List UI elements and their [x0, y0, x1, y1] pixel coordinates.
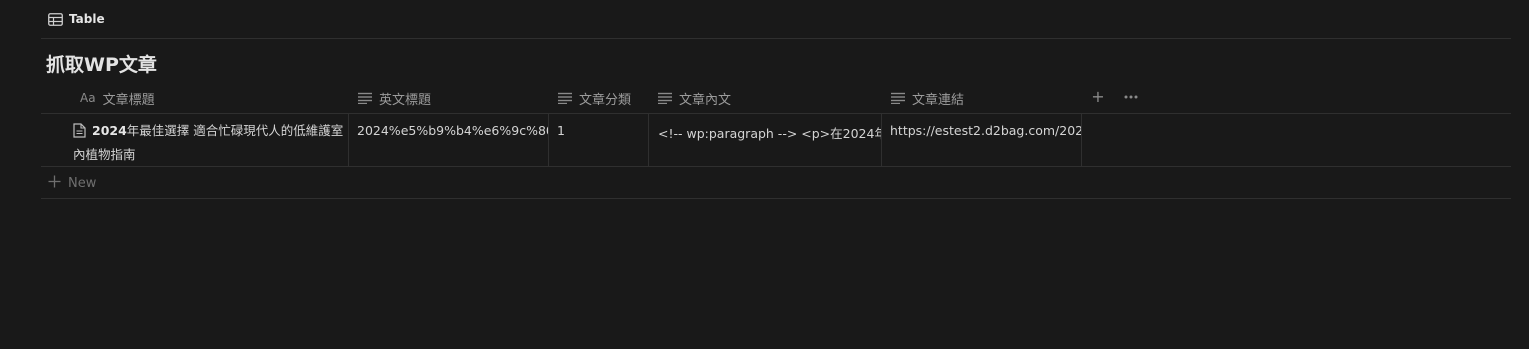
- column-header-label: 文章內文: [679, 92, 732, 108]
- cell-category[interactable]: 1: [557, 114, 648, 166]
- column-header-label: 文章標題: [102, 92, 155, 108]
- column-divider: [881, 114, 882, 166]
- column-divider: [648, 114, 649, 166]
- cell-content[interactable]: <!-- wp:paragraph --> <p>在2024年: [658, 114, 881, 166]
- text-lines-icon: [891, 92, 905, 104]
- notion-database-view: Table 抓取WP文章 Aa 文章標題 英文標題 文章分類 文章內文 文章連結…: [0, 0, 1529, 349]
- text-lines-icon: [358, 92, 372, 104]
- column-header-category[interactable]: 文章分類: [558, 83, 631, 113]
- more-options-icon[interactable]: [1122, 89, 1140, 105]
- new-row-label: New: [68, 175, 97, 191]
- text-lines-icon: [558, 92, 572, 104]
- column-header-english-title[interactable]: 英文標題: [358, 83, 431, 113]
- column-divider: [548, 114, 549, 166]
- column-divider: [1081, 114, 1082, 166]
- plus-icon: [48, 175, 61, 192]
- view-tab-label: Table: [69, 12, 105, 26]
- column-header-title[interactable]: Aa 文章標題: [80, 83, 155, 113]
- column-header-label: 文章分類: [579, 92, 632, 108]
- column-header-content[interactable]: 文章內文: [658, 83, 731, 113]
- table-icon: [48, 12, 63, 26]
- title-text-bold: 2024: [92, 123, 127, 138]
- cell-english-title[interactable]: 2024%e5%b9%b4%e6%9c%80%e4%bd%b3: [357, 114, 548, 166]
- view-tab-table[interactable]: Table: [48, 10, 105, 28]
- column-header-link[interactable]: 文章連結: [891, 83, 964, 113]
- divider: [41, 166, 1511, 167]
- table-row[interactable]: 2024年最佳選擇 適合忙碌現代人的低維護室內植物指南 2024%e5%b9%b…: [41, 114, 1511, 166]
- column-header-label: 文章連結: [912, 92, 965, 108]
- cell-title[interactable]: 2024年最佳選擇 適合忙碌現代人的低維護室內植物指南: [73, 114, 349, 166]
- divider: [41, 38, 1511, 39]
- column-header-label: 英文標題: [379, 92, 432, 108]
- text-lines-icon: [658, 92, 672, 104]
- page-icon: [73, 123, 86, 144]
- database-title[interactable]: 抓取WP文章: [46, 50, 157, 77]
- title-aa-icon: Aa: [80, 91, 96, 105]
- table-header: Aa 文章標題 英文標題 文章分類 文章內文 文章連結: [41, 83, 1511, 113]
- cell-link[interactable]: https://estest2.d2bag.com/2024/: [890, 114, 1081, 166]
- divider: [41, 198, 1511, 199]
- new-row-button[interactable]: New: [48, 174, 96, 192]
- column-divider: [348, 114, 349, 166]
- add-column-button[interactable]: +: [1090, 89, 1106, 105]
